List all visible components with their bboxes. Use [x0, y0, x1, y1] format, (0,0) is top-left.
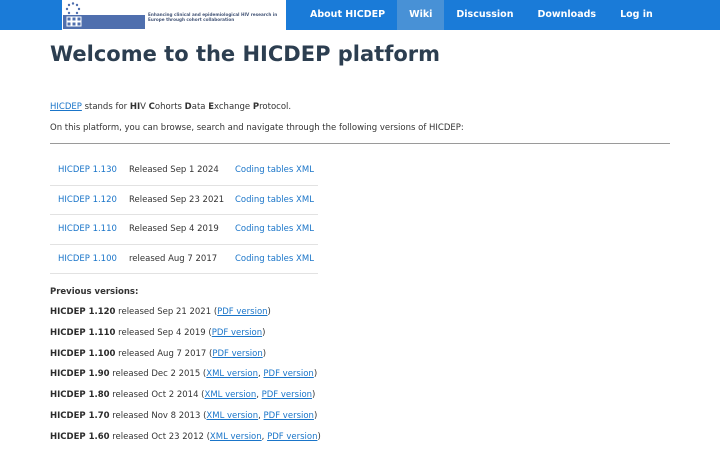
logo-tagline: Enhancing clinical and epidemiological H…: [148, 12, 278, 23]
acronym-letter: HI: [129, 102, 141, 112]
closing-paren: ): [313, 410, 318, 421]
versions-table: HICDEP 1.130 Released Sep 1 2024 Coding ta…: [50, 156, 318, 274]
previous-version-name: HICDEP 1.120: [50, 307, 116, 317]
pdf-version-link[interactable]: PDF version: [263, 369, 313, 379]
previous-versions-list: HICDEP 1.120 released Sep 21 2021 (PDF v…: [50, 307, 321, 453]
previous-version-name: HICDEP 1.80: [50, 390, 110, 401]
list-item: HICDEP 1.80 released Oct 2 2014 (XML ver…: [50, 390, 321, 411]
pdf-version-link[interactable]: PDF version: [217, 307, 267, 317]
logo-name: EuroCoord: [85, 31, 139, 41]
previous-release-date: released Oct 2 2014 (: [109, 390, 205, 401]
coding-tables-xml-link[interactable]: Coding tables XML: [235, 195, 314, 205]
previous-release-date: released Dec 2 2015 (: [109, 369, 207, 380]
previous-version-name: HICDEP 1.70: [50, 410, 110, 421]
page-title: Welcome to the HICDEP platform: [50, 42, 441, 66]
previous-version-name: HICDEP 1.110: [50, 327, 116, 338]
previous-version-name: HICDEP 1.60: [50, 431, 110, 442]
eurocoord-logo-mark: EuroCoord: [63, 1, 145, 41]
previous-version-name: HICDEP 1.90: [50, 369, 110, 380]
xml-version-link[interactable]: XML version: [206, 369, 258, 379]
version-link[interactable]: HICDEP 1.130: [58, 165, 117, 175]
closing-paren: ): [313, 369, 318, 380]
closing-paren: ): [262, 327, 266, 338]
list-item: HICDEP 1.120 released Sep 21 2021 (PDF v…: [50, 307, 321, 328]
acronym-rest: V: [140, 102, 149, 112]
list-item: HICDEP 1.60 released Oct 23 2012 (XML ve…: [50, 432, 321, 453]
closing-paren: ): [262, 348, 267, 359]
acronym-expansion: HIV Cohorts Data Exchange Protocol.: [130, 102, 291, 112]
xml-version-link[interactable]: XML version: [206, 411, 258, 421]
nav-item-downloads[interactable]: Downloads: [525, 0, 608, 30]
list-item: HICDEP 1.110 released Sep 4 2019 (PDF ve…: [50, 328, 321, 349]
logo-banner: EuroCoord: [63, 15, 145, 41]
previous-release-date: released Aug 7 2017 (: [115, 348, 213, 359]
closing-paren: ): [267, 307, 271, 317]
closing-paren: ): [317, 431, 321, 442]
pdf-version-link[interactable]: PDF version: [262, 390, 312, 400]
previous-version-name: HICDEP 1.100: [50, 348, 116, 359]
xml-version-link[interactable]: XML version: [210, 432, 262, 442]
release-date: Released Sep 23 2021: [129, 194, 225, 205]
acronym-rest: rotocol.: [259, 102, 292, 112]
main-menu: About HICDEP Wiki Discussion Downloads Log i…: [298, 0, 665, 30]
table-row: HICDEP 1.110 Released Sep 4 2019 Coding ta…: [50, 215, 318, 245]
closing-paren: ): [312, 390, 316, 401]
release-date: Released Sep 1 2024: [129, 165, 219, 175]
table-row: HICDEP 1.100 released Aug 7 2017 Coding ta…: [50, 245, 318, 274]
version-link[interactable]: HICDEP 1.100: [58, 254, 117, 264]
list-item: HICDEP 1.70 released Nov 8 2013 (XML ver…: [50, 411, 321, 432]
coding-tables-xml-link[interactable]: Coding tables XML: [235, 165, 314, 175]
previous-versions-heading: Previous versions:: [50, 287, 139, 297]
logo-grid-icon: [66, 16, 82, 27]
previous-release-date: released Oct 23 2012 (: [109, 431, 210, 442]
previous-release-date: released Sep 4 2019 (: [115, 327, 212, 338]
nav-item-wiki[interactable]: Wiki: [397, 0, 445, 30]
coding-tables-xml-link[interactable]: Coding tables XML: [235, 224, 314, 234]
acronym-rest: xchange: [214, 102, 253, 112]
pdf-version-link[interactable]: PDF version: [212, 328, 262, 338]
version-link[interactable]: HICDEP 1.120: [58, 195, 117, 205]
table-row: HICDEP 1.130 Released Sep 1 2024 Coding ta…: [50, 156, 318, 186]
intro-stands-for: stands for: [81, 102, 130, 112]
release-date: Released Sep 4 2019: [129, 224, 219, 234]
acronym-rest: ohorts: [154, 102, 185, 112]
pdf-version-link[interactable]: PDF version: [212, 349, 262, 359]
previous-release-date: released Sep 21 2021 (: [115, 307, 218, 317]
browse-text: On this platform, you can browse, search…: [50, 123, 464, 133]
list-item: HICDEP 1.90 released Dec 2 2015 (XML ver…: [50, 369, 321, 390]
table-row: HICDEP 1.120 Released Sep 23 2021 Coding t…: [50, 186, 318, 215]
list-item: HICDEP 1.100 released Aug 7 2017 (PDF ve…: [50, 349, 321, 370]
hicdep-link[interactable]: HICDEP: [50, 102, 82, 112]
nav-item-log-in[interactable]: Log in: [608, 0, 665, 30]
xml-version-link[interactable]: XML version: [205, 390, 257, 400]
acronym-rest: ata: [191, 102, 209, 112]
intro-text: HICDEP stands for HIV Cohorts Data Excha…: [50, 102, 291, 112]
nav-item-discussion[interactable]: Discussion: [444, 0, 525, 30]
top-navbar: EuroCoord Enhancing clinical and epidemi…: [0, 0, 720, 41]
coding-tables-xml-link[interactable]: Coding tables XML: [235, 254, 314, 264]
release-date: released Aug 7 2017: [129, 253, 218, 264]
pdf-version-link[interactable]: PDF version: [264, 411, 314, 421]
acronym-letter: D: [184, 102, 192, 112]
nav-item-about-hicdep[interactable]: About HICDEP: [298, 0, 397, 30]
version-link[interactable]: HICDEP 1.110: [58, 224, 117, 234]
eurocoord-logo[interactable]: EuroCoord Enhancing clinical and epidemi…: [62, 0, 286, 41]
pdf-version-link[interactable]: PDF version: [267, 432, 317, 442]
previous-release-date: released Nov 8 2013 (: [109, 410, 207, 421]
divider: [50, 143, 670, 144]
